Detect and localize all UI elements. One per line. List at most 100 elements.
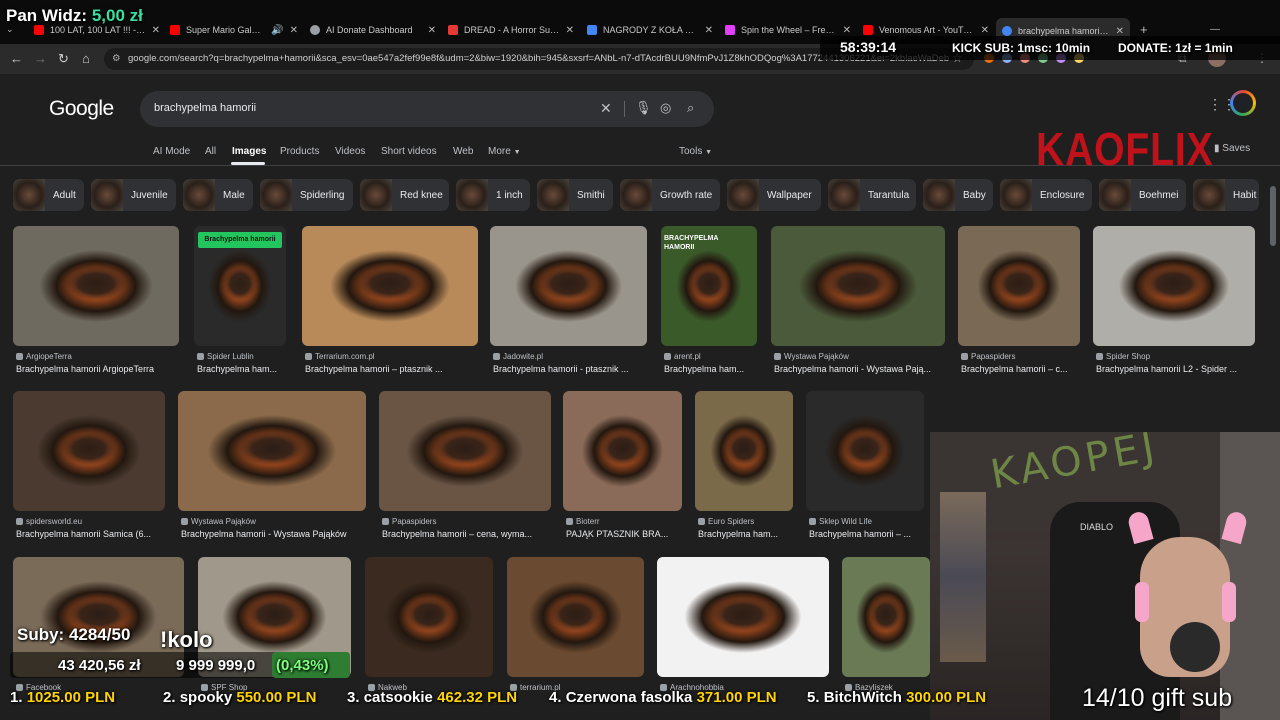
result-image[interactable] — [657, 557, 829, 677]
result-image[interactable] — [490, 226, 647, 346]
result-caption[interactable]: Brachypelma ham... — [197, 364, 289, 374]
result-source[interactable]: Jadowite.pl — [493, 352, 650, 361]
new-tab-icon[interactable]: + — [1140, 22, 1148, 37]
close-icon[interactable]: ✕ — [566, 25, 574, 36]
back-icon[interactable]: ← — [10, 51, 23, 66]
chip-wallpaper[interactable]: Wallpaper — [727, 179, 821, 211]
result-source[interactable]: Papaspiders — [961, 352, 1083, 361]
result-source[interactable]: Bioterr — [566, 517, 685, 526]
close-icon[interactable]: ✕ — [981, 25, 989, 36]
result-image[interactable] — [13, 391, 165, 511]
tab-short-videos[interactable]: Short videos — [381, 146, 437, 157]
tab-web[interactable]: Web — [453, 146, 473, 157]
result-image[interactable] — [365, 557, 493, 677]
result-caption[interactable]: Brachypelma ham... — [664, 364, 760, 374]
result-image[interactable] — [695, 391, 793, 511]
tab-videos[interactable]: Videos — [335, 146, 365, 157]
chip-growth-rate[interactable]: Growth rate — [620, 179, 720, 211]
chip-adult[interactable]: Adult — [13, 179, 84, 211]
result-source[interactable]: Wystawa Pająków — [774, 352, 948, 361]
speaker-icon[interactable]: 🔊 — [271, 25, 283, 36]
browser-tab[interactable]: Super Mario Galaxy M🔊✕ — [170, 20, 298, 40]
close-icon[interactable]: ✕ — [152, 25, 160, 36]
result-caption[interactable]: Brachypelma hamorii - ptasznik ... — [493, 364, 650, 374]
result-source[interactable]: spidersworld.eu — [16, 517, 168, 526]
chip-thumbnail — [620, 179, 652, 211]
chip-enclosure[interactable]: Enclosure — [1000, 179, 1092, 211]
result-source[interactable]: Spider Lublin — [197, 352, 289, 361]
close-icon[interactable]: ✕ — [428, 25, 436, 36]
tab-ai-mode[interactable]: AI Mode — [153, 146, 190, 157]
result-image[interactable] — [771, 226, 945, 346]
browser-tab[interactable]: NAGRODY Z KOŁA DO ZR✕ — [587, 20, 713, 40]
result-source[interactable]: Spider Shop — [1096, 352, 1258, 361]
tab-images[interactable]: Images — [232, 146, 266, 157]
chip-red-knee[interactable]: Red knee — [360, 179, 449, 211]
chip-baby[interactable]: Baby — [923, 179, 993, 211]
saves-button[interactable]: ▮ Saves — [1214, 143, 1250, 154]
home-icon[interactable]: ⌂ — [82, 51, 90, 66]
result-caption[interactable]: Brachypelma hamorii – cena, wyma... — [382, 529, 554, 539]
result-image[interactable] — [13, 226, 179, 346]
chip-smithi[interactable]: Smithi — [537, 179, 613, 211]
chip-boehmei[interactable]: Boehmei — [1099, 179, 1186, 211]
close-icon[interactable]: ✕ — [290, 25, 298, 36]
result-image[interactable] — [302, 226, 478, 346]
search-input[interactable]: brachypelma hamorii — [154, 102, 256, 114]
result-caption[interactable]: Brachypelma hamorii Samica (6... — [16, 529, 168, 539]
browser-tab[interactable]: AI Donate Dashboard ✕ — [310, 20, 436, 40]
result-caption[interactable]: Brachypelma hamorii - Wystawa Pająków — [181, 529, 369, 539]
result-image[interactable] — [507, 557, 644, 677]
chip-juvenile[interactable]: Juvenile — [91, 179, 176, 211]
result-image[interactable] — [178, 391, 366, 511]
result-source[interactable]: arent.pl — [664, 352, 760, 361]
leaderboard-entry: 1. 1025.00 PLN — [10, 689, 116, 706]
scrollbar-thumb[interactable] — [1270, 186, 1276, 246]
result-caption[interactable]: Brachypelma hamorii L2 - Spider ... — [1096, 364, 1258, 374]
result-caption[interactable]: PAJĄK PTASZNIK BRA... — [566, 529, 685, 539]
account-avatar[interactable] — [1230, 90, 1256, 116]
browser-tab[interactable]: DREAD - A Horror Surviv ✕ — [448, 20, 574, 40]
result-image[interactable] — [958, 226, 1080, 346]
result-image[interactable] — [379, 391, 551, 511]
chip-male[interactable]: Male — [183, 179, 253, 211]
chip-1-inch[interactable]: 1 inch — [456, 179, 530, 211]
close-icon[interactable]: ✕ — [705, 25, 713, 36]
bookmark-icon: ▮ — [1214, 143, 1220, 154]
result-caption[interactable]: Brachypelma hamorii – ptasznik ... — [305, 364, 481, 374]
result-image[interactable] — [806, 391, 924, 511]
tab-products[interactable]: Products — [280, 146, 319, 157]
lens-icon[interactable]: ◎ — [660, 100, 671, 116]
google-logo[interactable]: Google — [49, 97, 114, 121]
result-source[interactable]: Sklep Wild Life — [809, 517, 927, 526]
result-caption[interactable]: Brachypelma hamorii – ... — [809, 529, 927, 539]
close-icon[interactable]: ✕ — [843, 25, 851, 36]
site-info-icon[interactable]: ⚙ — [112, 48, 121, 70]
result-image[interactable] — [842, 557, 930, 677]
result-source[interactable]: Euro Spiders — [698, 517, 796, 526]
result-caption[interactable]: Brachypelma hamorii ArgiopeTerra — [16, 364, 182, 374]
result-source[interactable]: Papaspiders — [382, 517, 554, 526]
search-box[interactable]: brachypelma hamorii ✕ 🎙 ◎ ⌕ — [140, 91, 714, 127]
result-source[interactable]: ArgiopeTerra — [16, 352, 182, 361]
chip-tarantula[interactable]: Tarantula — [828, 179, 916, 211]
result-source[interactable]: Wystawa Pająków — [181, 517, 369, 526]
close-icon[interactable]: ✕ — [1116, 26, 1124, 37]
chip-habit[interactable]: Habit — [1193, 179, 1259, 211]
result-image[interactable] — [563, 391, 682, 511]
forward-icon[interactable]: → — [34, 51, 47, 66]
minimize-icon[interactable]: — — [1210, 24, 1220, 35]
result-caption[interactable]: Brachypelma hamorii – c... — [961, 364, 1083, 374]
clear-icon[interactable]: ✕ — [600, 100, 612, 117]
result-caption[interactable]: Brachypelma hamorii - Wystawa Pają... — [774, 364, 948, 374]
microphone-icon[interactable]: 🎙 — [635, 100, 652, 116]
tools-button[interactable]: Tools ▼ — [679, 146, 712, 157]
chip-spiderling[interactable]: Spiderling — [260, 179, 353, 211]
tab-all[interactable]: All — [205, 146, 216, 157]
tab-more[interactable]: More ▼ — [488, 146, 521, 157]
reload-icon[interactable]: ↻ — [58, 51, 69, 67]
result-image[interactable] — [1093, 226, 1255, 346]
result-source[interactable]: Terrarium.com.pl — [305, 352, 481, 361]
search-icon[interactable]: ⌕ — [687, 100, 694, 116]
result-caption[interactable]: Brachypelma ham... — [698, 529, 796, 539]
